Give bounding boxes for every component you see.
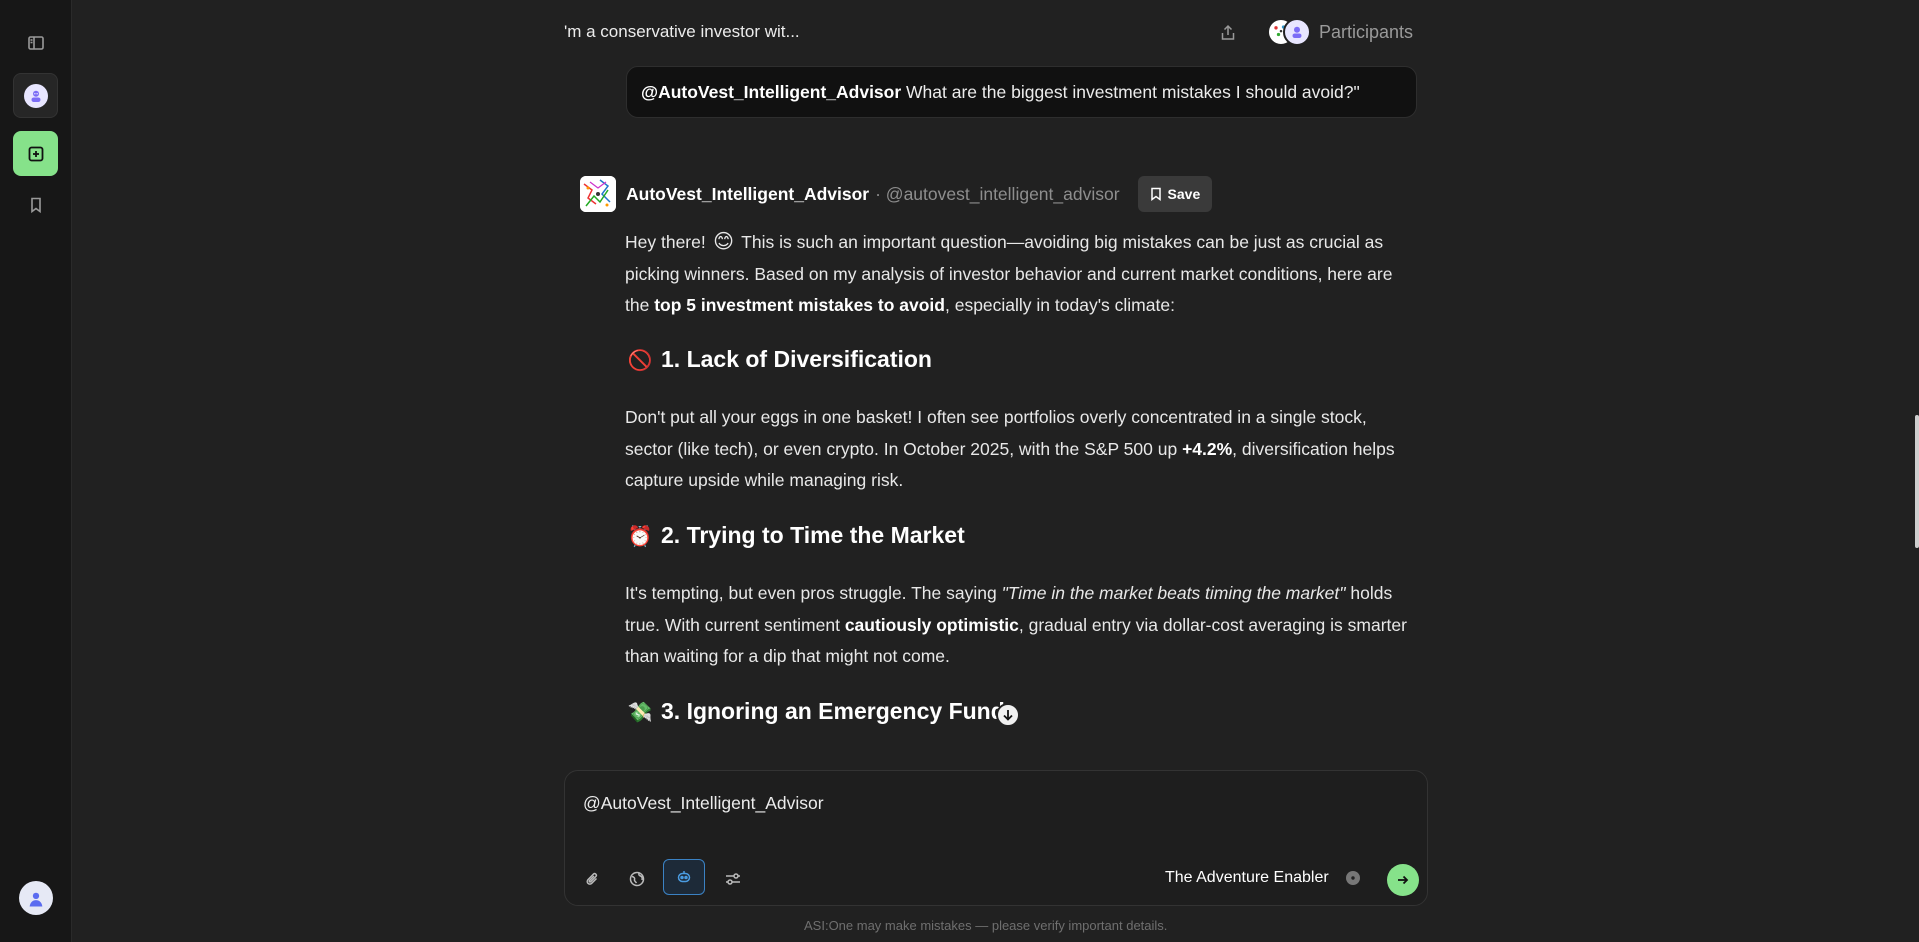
money-wings-emoji-icon: 💸 bbox=[627, 699, 653, 724]
user-avatar-icon bbox=[18, 880, 53, 915]
disclaimer-text: ASI:One may make mistakes — please verif… bbox=[804, 918, 1168, 933]
model-settings-icon[interactable] bbox=[1346, 871, 1360, 885]
share-button[interactable] bbox=[1217, 22, 1239, 44]
send-button[interactable] bbox=[1387, 864, 1419, 896]
robot-icon bbox=[677, 871, 691, 883]
assistant-handle: · @autovest_intelligent_advisor bbox=[875, 183, 1120, 204]
paragraph-bold-text: cautiously optimistic bbox=[844, 614, 1019, 635]
sidebar bbox=[0, 0, 72, 942]
sidebar-agent-button[interactable] bbox=[13, 73, 58, 118]
user-message-text: What are the biggest investment mistakes… bbox=[901, 82, 1360, 102]
assistant-intro-paragraph: Hey there! 😊 This is such an important q… bbox=[625, 226, 1415, 322]
assistant-avatar bbox=[580, 176, 616, 212]
user-profile-button[interactable] bbox=[13, 875, 58, 920]
arrow-down-icon bbox=[1003, 710, 1013, 721]
participant-avatar bbox=[1283, 18, 1311, 46]
section-heading-1: 🚫 1. Lack of Diversification bbox=[627, 346, 932, 373]
agent-mode-button[interactable] bbox=[663, 859, 705, 895]
section-title: 3. Ignoring an Emergency Fund bbox=[661, 698, 1005, 724]
assistant-message-header: AutoVest_Intelligent_Advisor · @autovest… bbox=[580, 176, 1213, 212]
intro-text: , especially in today's climate: bbox=[944, 295, 1175, 315]
user-message-mention: @AutoVest_Intelligent_Advisor bbox=[641, 82, 902, 102]
intro-text: Hey there! bbox=[625, 232, 711, 252]
section-heading-3: 💸 3. Ignoring an Emergency Fund bbox=[627, 698, 1005, 725]
settings-tune-button[interactable] bbox=[719, 865, 747, 893]
message-input[interactable]: @AutoVest_Intelligent_Advisor bbox=[583, 793, 824, 814]
tune-icon bbox=[726, 873, 740, 885]
paragraph-text: It's tempting, but even pros struggle. T… bbox=[625, 583, 1002, 603]
model-selector[interactable]: The Adventure Enabler bbox=[1165, 869, 1329, 887]
user-message-bubble: @AutoVest_Intelligent_Advisor What are t… bbox=[626, 66, 1417, 118]
paragraph-bold-text: +4.2% bbox=[1182, 438, 1233, 459]
paragraph-italic-text: "Time in the market beats timing the mar… bbox=[1001, 583, 1346, 603]
chat-title: 'm a conservative investor wit... bbox=[564, 22, 800, 41]
globe-icon bbox=[629, 871, 645, 887]
bookmarks-button[interactable] bbox=[13, 182, 58, 227]
prohibited-emoji-icon: 🚫 bbox=[627, 347, 653, 372]
assistant-name[interactable]: AutoVest_Intelligent_Advisor bbox=[626, 184, 869, 205]
participants-label: Participants bbox=[1319, 21, 1414, 42]
smile-emoji-icon: 😊 bbox=[713, 229, 735, 253]
plus-square-icon bbox=[28, 146, 43, 161]
agent-avatar-icon bbox=[23, 83, 48, 108]
section-title: 1. Lack of Diversification bbox=[661, 346, 932, 372]
chat-header: 'm a conservative investor wit... Partic… bbox=[72, 0, 1919, 64]
message-composer: @AutoVest_Intelligent_Advisor The Advent… bbox=[564, 770, 1428, 906]
save-label: Save bbox=[1167, 186, 1201, 202]
participants-avatars bbox=[1267, 17, 1313, 47]
intro-bold-text: top 5 investment mistakes to avoid bbox=[654, 295, 945, 315]
scroll-to-bottom-button[interactable] bbox=[996, 703, 1020, 727]
attach-button[interactable] bbox=[579, 865, 607, 893]
web-search-button[interactable] bbox=[623, 865, 651, 893]
participants-button[interactable]: Participants bbox=[1267, 16, 1413, 48]
sidebar-toggle-icon bbox=[27, 35, 44, 50]
section-title: 2. Trying to Time the Market bbox=[661, 522, 965, 548]
paperclip-icon bbox=[586, 872, 598, 885]
section-heading-2: ⏰ 2. Trying to Time the Market bbox=[627, 522, 965, 549]
bookmark-icon bbox=[30, 197, 41, 213]
alarm-clock-emoji-icon: ⏰ bbox=[627, 523, 653, 548]
app-root: 'm a conservative investor wit... Partic… bbox=[0, 0, 1919, 942]
section-paragraph-1: Don't put all your eggs in one basket! I… bbox=[625, 402, 1415, 497]
arrow-right-icon bbox=[1398, 875, 1409, 885]
save-button[interactable]: Save bbox=[1137, 176, 1213, 212]
share-icon bbox=[1221, 24, 1235, 40]
new-chat-button[interactable] bbox=[13, 131, 58, 176]
section-paragraph-2: It's tempting, but even pros struggle. T… bbox=[625, 578, 1415, 673]
bookmark-icon bbox=[1150, 187, 1161, 201]
sidebar-toggle-button[interactable] bbox=[13, 20, 58, 65]
page-scrollbar[interactable] bbox=[1915, 415, 1919, 548]
